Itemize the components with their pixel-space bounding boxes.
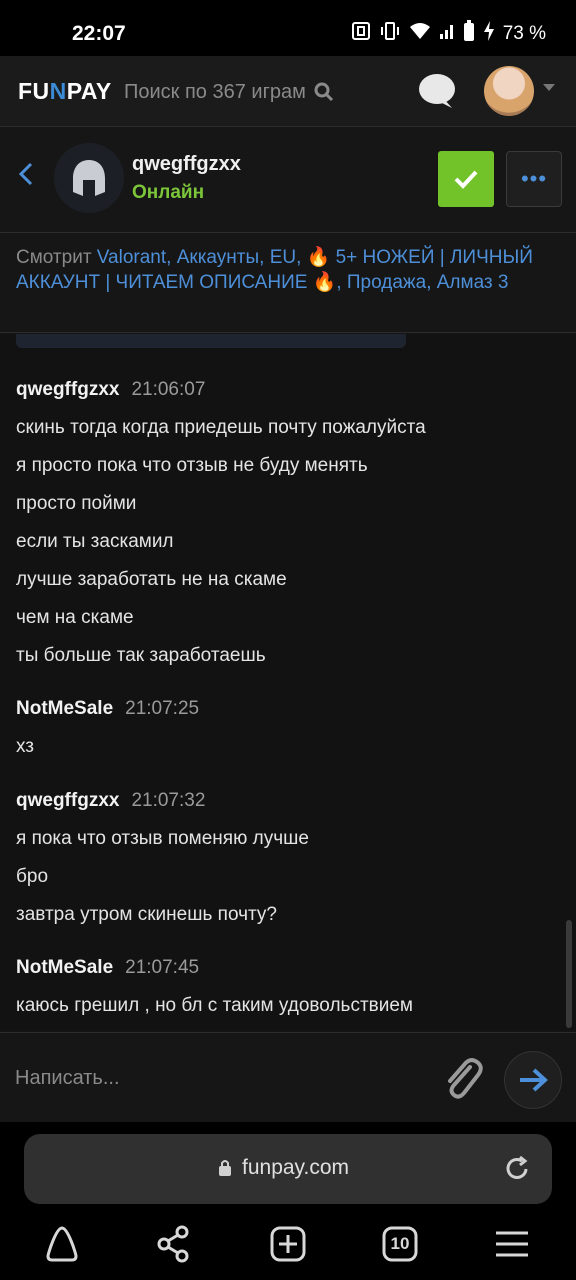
status-bar: 22:07 73 %	[0, 0, 576, 56]
signal-icon	[439, 22, 455, 46]
search-icon	[314, 82, 333, 102]
menu-icon[interactable]	[492, 1224, 532, 1264]
reload-icon[interactable]	[502, 1154, 532, 1184]
back-arrow-icon[interactable]	[16, 161, 38, 187]
scrollbar[interactable]	[566, 920, 572, 1028]
message-group: qwegffgzxx 21:06:07 скинь тогда когда при…	[16, 371, 556, 675]
address-bar[interactable]: funpay.com	[24, 1134, 552, 1204]
tabs-count: 10	[390, 1234, 410, 1253]
paperclip-icon[interactable]	[440, 1053, 484, 1103]
browser-bottom-nav: 10	[0, 1218, 576, 1274]
chevron-down-icon[interactable]	[543, 84, 555, 91]
message-line: лучше заработать не на скаме	[16, 569, 287, 590]
message-line: просто пойми	[16, 493, 137, 514]
tabs-button[interactable]: 10	[380, 1224, 420, 1264]
message-line: я просто пока что отзыв не буду менять	[16, 455, 368, 476]
message-line: чем на скаме	[16, 607, 134, 628]
message-line: завтра утром скинешь почту?	[16, 904, 277, 925]
message-time: 21:07:32	[131, 790, 206, 811]
home-icon[interactable]	[42, 1224, 82, 1264]
message-author[interactable]: qwegffgzxx	[16, 782, 119, 820]
lock-icon	[219, 1160, 231, 1176]
send-button[interactable]	[504, 1051, 562, 1109]
nfc-icon	[351, 21, 371, 47]
watching-info: Смотрит Valorant, Аккаунты, EU, 🔥 5+ НОЖ…	[0, 233, 576, 333]
online-status: Онлайн	[132, 182, 205, 203]
interlocutor-avatar[interactable]	[54, 143, 124, 213]
url-text: funpay.com	[242, 1156, 349, 1179]
messages-icon[interactable]	[418, 73, 456, 109]
message-author[interactable]: qwegffgzxx	[16, 371, 119, 409]
search-field[interactable]: Поиск по 367 играм	[124, 78, 364, 106]
watching-prefix: Смотрит	[16, 247, 97, 268]
search-placeholder: Поиск по 367 играм	[124, 80, 306, 103]
message-composer: Написать...	[0, 1032, 576, 1123]
message-line: хз	[16, 736, 34, 757]
message-author[interactable]: NotMeSale	[16, 949, 113, 987]
battery-percent: 73 %	[502, 23, 546, 44]
charging-icon	[483, 21, 495, 47]
site-header: FUNPAY Поиск по 367 играм	[0, 56, 576, 127]
browser-toolbar: funpay.com 10	[0, 1122, 576, 1280]
arrow-right-icon	[520, 1068, 548, 1092]
messages-list[interactable]: qwegffgzxx 21:06:07 скинь тогда когда при…	[0, 334, 576, 1031]
wifi-icon	[409, 22, 431, 46]
message-line: каюсь грешил , но бл с таким удовольстви…	[16, 995, 413, 1016]
message-line: ты больше так заработаешь	[16, 645, 266, 666]
share-icon[interactable]	[154, 1224, 194, 1264]
status-icons: 73 %	[351, 20, 546, 48]
message-group: NotMeSale 21:07:25 хз	[16, 690, 556, 766]
check-icon	[454, 170, 478, 189]
user-avatar[interactable]	[484, 66, 534, 116]
message-line: бро	[16, 866, 49, 887]
message-group: NotMeSale 21:07:45 каюсь грешил , но бл с…	[16, 949, 556, 1025]
message-group: qwegffgzxx 21:07:32 я пока что отзыв поме…	[16, 782, 556, 934]
message-time: 21:06:07	[131, 379, 206, 400]
message-line: я пока что отзыв поменяю лучше	[16, 828, 309, 849]
confirm-button[interactable]	[438, 151, 494, 207]
attached-image[interactable]	[16, 334, 406, 348]
more-button[interactable]: •••	[506, 151, 562, 207]
vibrate-icon	[379, 21, 401, 47]
message-line: скинь тогда когда приедешь почту пожалуй…	[16, 417, 426, 438]
helmet-icon	[73, 160, 105, 196]
message-time: 21:07:45	[125, 957, 200, 978]
message-line: если ты заскамил	[16, 531, 174, 552]
message-input[interactable]: Написать...	[15, 1067, 120, 1090]
funpay-logo[interactable]: FUNPAY	[18, 78, 112, 105]
message-time: 21:07:25	[125, 698, 200, 719]
battery-icon	[463, 20, 475, 48]
new-tab-icon[interactable]	[268, 1224, 308, 1264]
more-dots-icon: •••	[520, 166, 548, 191]
message-author[interactable]: NotMeSale	[16, 690, 113, 728]
chat-header: qwegffgzxx Онлайн •••	[0, 127, 576, 233]
interlocutor-name[interactable]: qwegffgzxx	[132, 153, 241, 176]
status-time: 22:07	[72, 22, 126, 45]
